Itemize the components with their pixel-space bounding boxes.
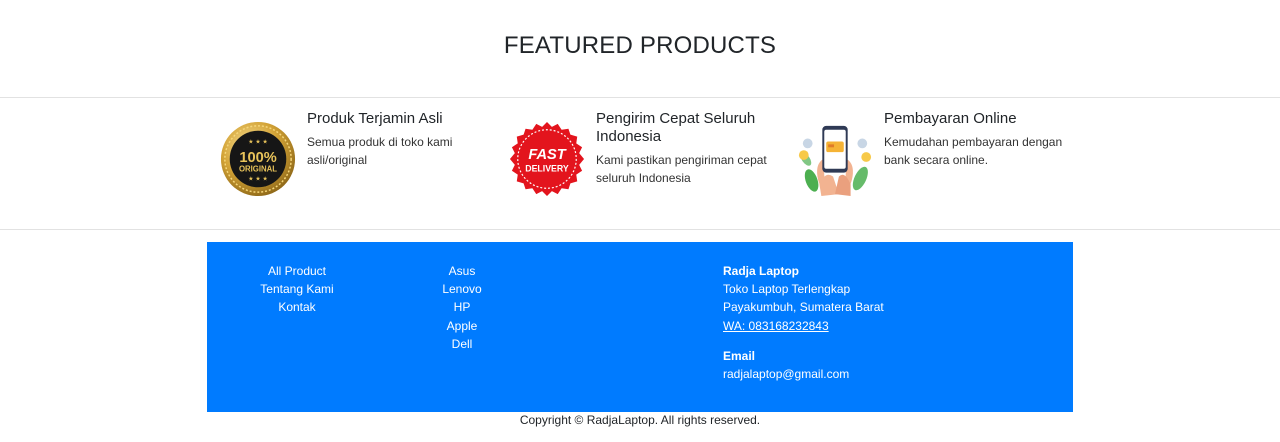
footer-link-kontak[interactable]: Kontak bbox=[247, 298, 347, 316]
feature-desc: Semua produk di toko kami asli/original bbox=[307, 135, 453, 167]
footer-link-tentang-kami[interactable]: Tentang Kami bbox=[247, 280, 347, 298]
email-value: radjalaptop@gmail.com bbox=[723, 367, 850, 382]
feature-title: Produk Terjamin Asli bbox=[307, 110, 443, 127]
original-badge-icon: ★ ★ ★ 100% ORIGINAL ★ ★ ★ bbox=[220, 121, 296, 197]
footer-nav-links: All Product Tentang Kami Kontak bbox=[247, 262, 347, 317]
company-tagline: Toko Laptop Terlengkap bbox=[723, 282, 851, 297]
footer: All Product Tentang Kami Kontak Asus Len… bbox=[207, 242, 1073, 412]
footer-brand-links: Asus Lenovo HP Apple Dell bbox=[422, 262, 502, 353]
badge-text-1: 100% bbox=[239, 150, 276, 166]
feature-desc: Kami pastikan pengiriman cepat seluruh I… bbox=[596, 153, 767, 185]
feature-original: ★ ★ ★ 100% ORIGINAL ★ ★ ★ Produk Terjami… bbox=[219, 110, 499, 210]
badge-text-2: ORIGINAL bbox=[239, 165, 277, 174]
feature-title: Pembayaran Online bbox=[884, 110, 1017, 127]
footer-link-hp[interactable]: HP bbox=[422, 298, 502, 316]
badge-text-1: FAST bbox=[528, 147, 566, 163]
footer-contact: Radja Laptop Toko Laptop Terlengkap Paya… bbox=[723, 262, 973, 383]
mobile-payment-icon bbox=[798, 125, 872, 197]
badge-text-2: DELIVERY bbox=[525, 164, 569, 174]
copyright: Copyright © RadjaLaptop. All rights rese… bbox=[519, 413, 761, 427]
footer-link-lenovo[interactable]: Lenovo bbox=[422, 280, 502, 298]
divider-top bbox=[0, 97, 1280, 98]
footer-link-asus[interactable]: Asus bbox=[422, 262, 502, 280]
footer-link-dell[interactable]: Dell bbox=[422, 335, 502, 353]
feature-payment: Pembayaran Online Kemudahan pembayaran d… bbox=[796, 110, 1076, 210]
feature-desc: Kemudahan pembayaran dengan bank secara … bbox=[884, 135, 1063, 167]
svg-text:★ ★ ★: ★ ★ ★ bbox=[248, 138, 267, 145]
svg-text:★ ★ ★: ★ ★ ★ bbox=[248, 175, 267, 182]
company-address: Payakumbuh, Sumatera Barat bbox=[723, 300, 884, 315]
company-name: Radja Laptop bbox=[723, 264, 800, 278]
feature-delivery: FAST DELIVERY Pengirim Cepat Seluruh Ind… bbox=[508, 110, 788, 210]
feature-title: Pengirim Cepat Seluruh Indonesia bbox=[596, 110, 756, 145]
divider-bottom bbox=[0, 229, 1280, 230]
whatsapp-link[interactable]: WA: 083168232843 bbox=[723, 317, 973, 335]
email-label: Email bbox=[723, 348, 756, 363]
section-title: FEATURED PRODUCTS bbox=[503, 32, 777, 59]
footer-link-all-product[interactable]: All Product bbox=[247, 262, 347, 280]
footer-link-apple[interactable]: Apple bbox=[422, 317, 502, 335]
fast-delivery-icon: FAST DELIVERY bbox=[509, 121, 585, 197]
